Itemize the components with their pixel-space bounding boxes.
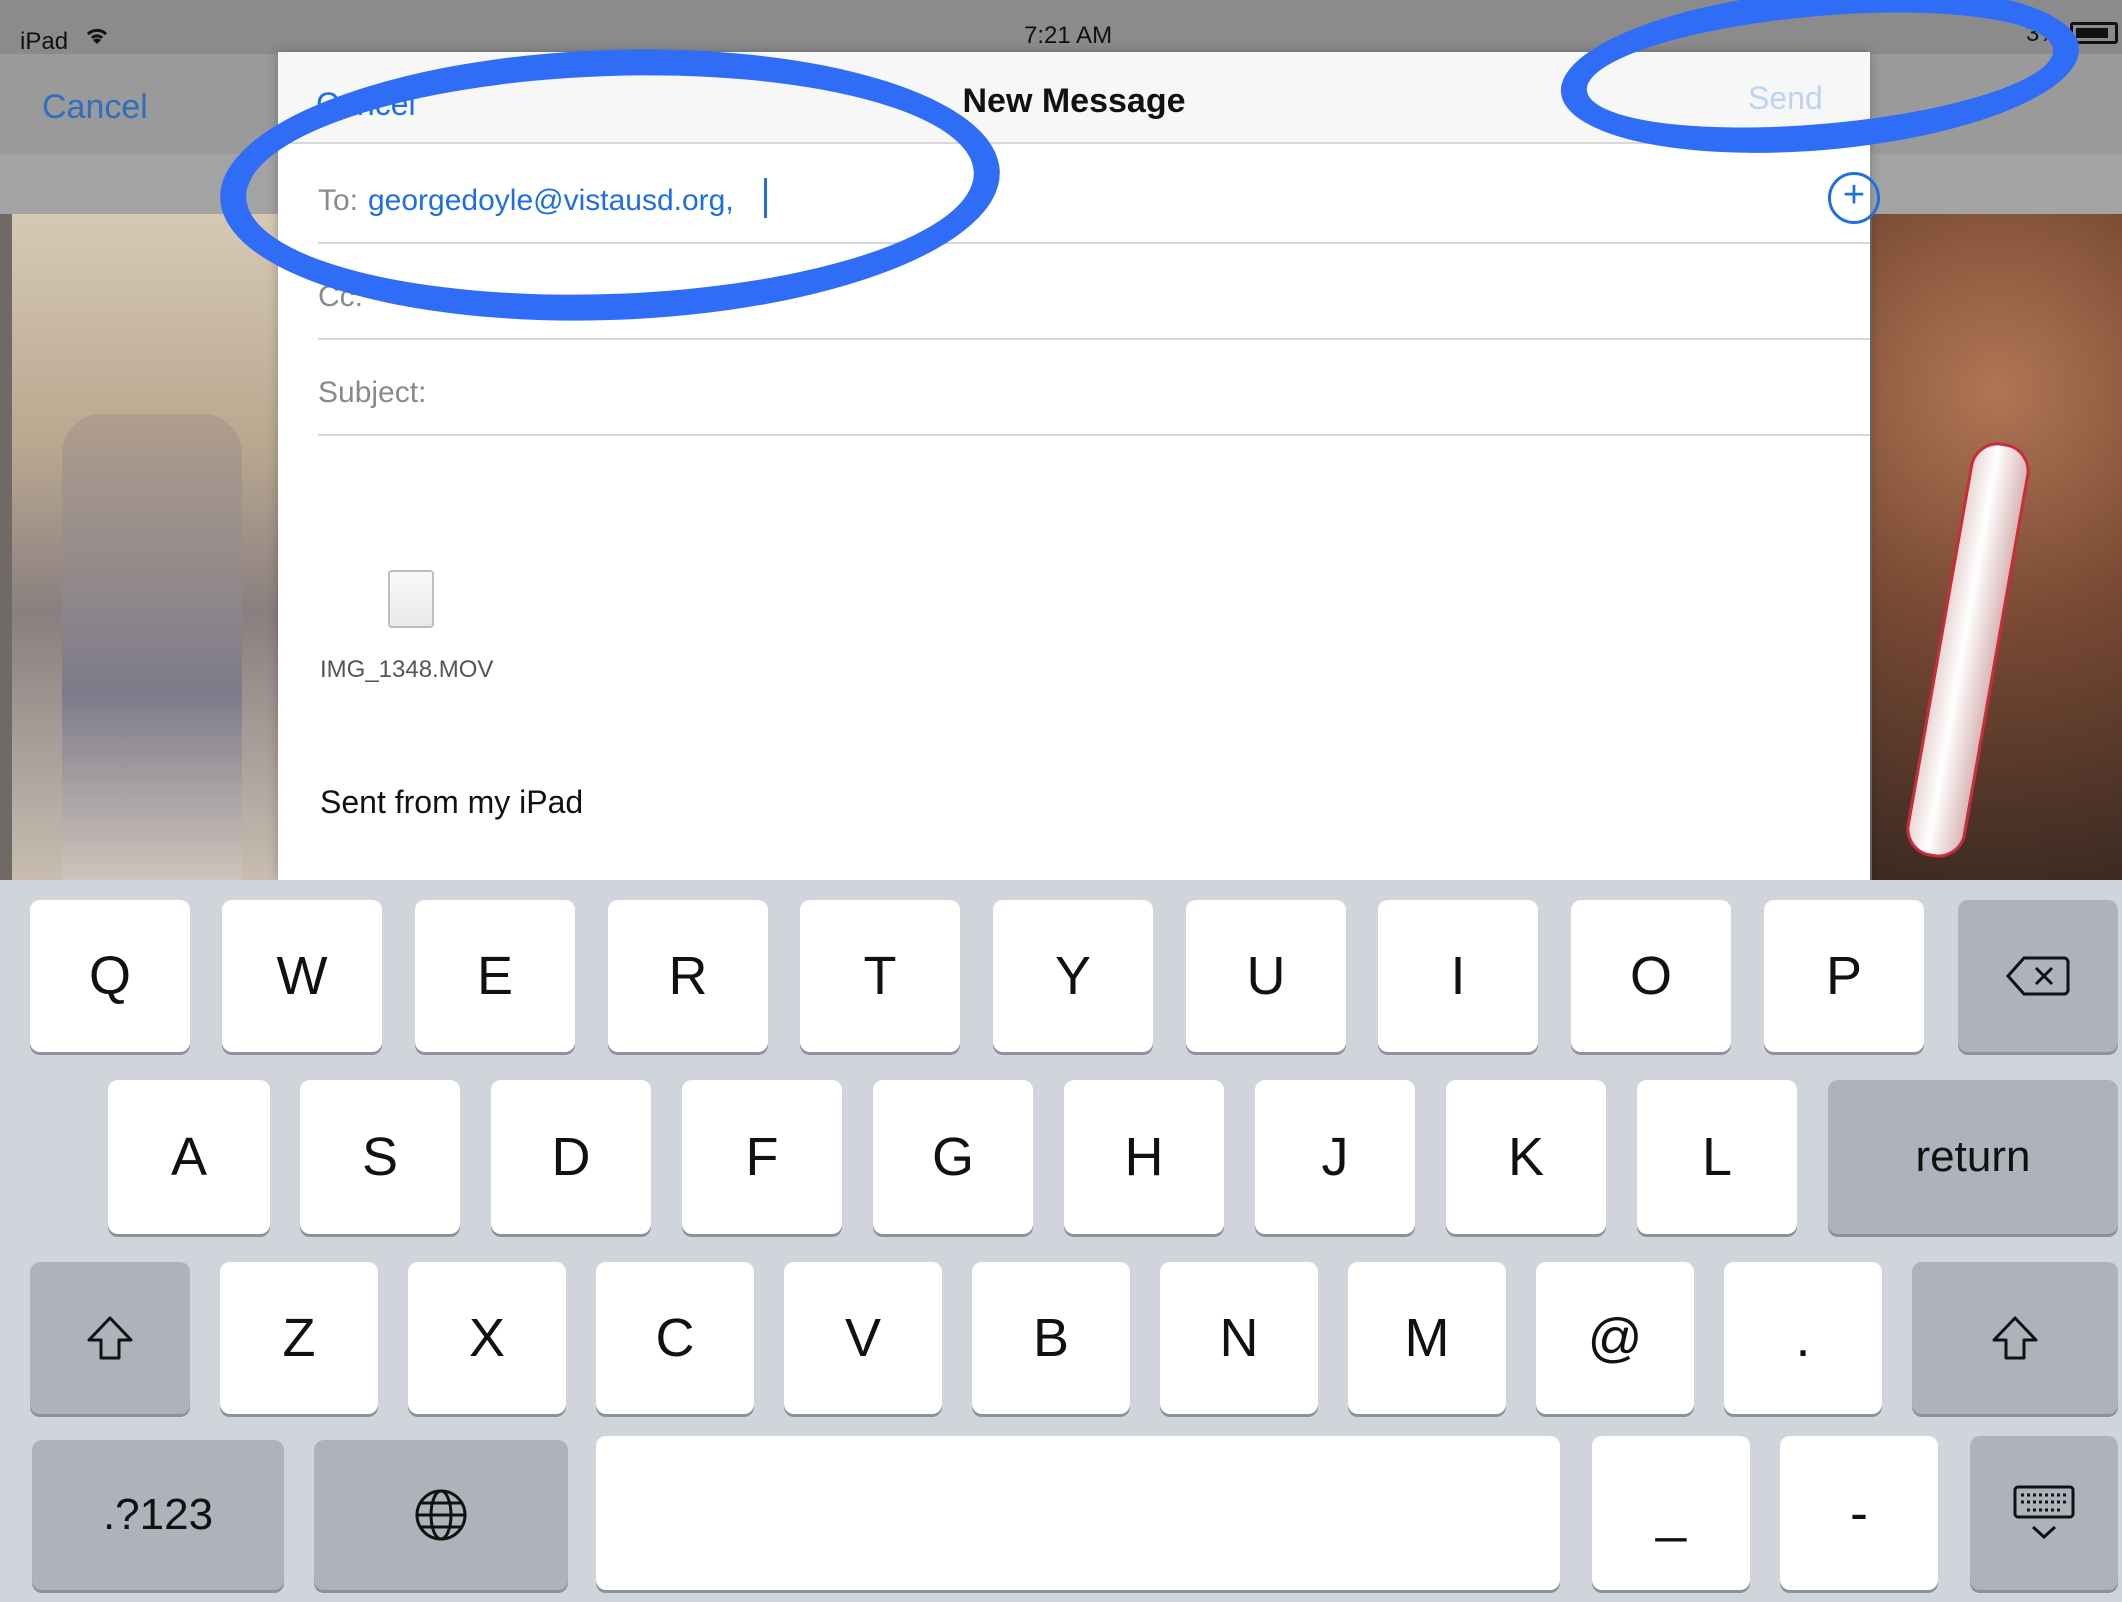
key-d[interactable]: D (491, 1080, 651, 1234)
key-a[interactable]: A (108, 1080, 270, 1234)
key-p[interactable]: P (1764, 900, 1924, 1052)
device-name: iPad (20, 28, 69, 55)
key-h[interactable]: H (1064, 1080, 1224, 1234)
delete-key[interactable] (1958, 900, 2118, 1052)
key-m[interactable]: M (1348, 1262, 1506, 1414)
key-underscore[interactable]: _ (1592, 1436, 1750, 1590)
onscreen-keyboard: Q W E R T Y U I O P A S D F G H J K L re… (0, 880, 2122, 1602)
keyboard-dismiss-icon (2013, 1485, 2075, 1540)
key-y[interactable]: Y (993, 900, 1153, 1052)
key-r[interactable]: R (608, 900, 768, 1052)
key-x[interactable]: X (408, 1262, 566, 1414)
key-s[interactable]: S (300, 1080, 460, 1234)
key-f[interactable]: F (682, 1080, 842, 1234)
email-signature[interactable]: Sent from my iPad (320, 784, 583, 821)
background-cancel-button[interactable]: Cancel (42, 88, 148, 127)
key-u[interactable]: U (1186, 900, 1346, 1052)
subject-label: Subject: (318, 376, 427, 409)
key-t[interactable]: T (800, 900, 960, 1052)
key-j[interactable]: J (1255, 1080, 1415, 1234)
key-k[interactable]: K (1446, 1080, 1606, 1234)
key-q[interactable]: Q (30, 900, 190, 1052)
add-contact-icon[interactable]: + (1828, 172, 1880, 224)
attachment-name: IMG_1348.MOV (320, 656, 494, 683)
key-c[interactable]: C (596, 1262, 754, 1414)
key-v[interactable]: V (784, 1262, 942, 1414)
photo-subject (62, 414, 242, 880)
shift-key-left[interactable] (30, 1262, 190, 1414)
key-g[interactable]: G (873, 1080, 1033, 1234)
key-o[interactable]: O (1571, 900, 1731, 1052)
globe-key[interactable] (314, 1440, 568, 1590)
wifi-icon (82, 24, 112, 55)
space-bar[interactable] (596, 1436, 1560, 1590)
key-z[interactable]: Z (220, 1262, 378, 1414)
key-b[interactable]: B (972, 1262, 1130, 1414)
shift-icon (1992, 1316, 2038, 1360)
key-l[interactable]: L (1637, 1080, 1797, 1234)
keyboard-dismiss-key[interactable] (1970, 1436, 2118, 1590)
key-e[interactable]: E (415, 900, 575, 1052)
key-n[interactable]: N (1160, 1262, 1318, 1414)
key-hyphen[interactable]: - (1780, 1436, 1938, 1590)
key-period[interactable]: . (1724, 1262, 1882, 1414)
photo-thumbnail-left (12, 214, 282, 880)
globe-icon (415, 1489, 467, 1541)
key-w[interactable]: W (222, 900, 382, 1052)
video-attachment-icon[interactable] (388, 570, 434, 628)
key-at[interactable]: @ (1536, 1262, 1694, 1414)
battery-level (2076, 28, 2108, 38)
delete-icon (2006, 956, 2070, 996)
shift-key-right[interactable] (1912, 1262, 2118, 1414)
subject-field[interactable]: Subject: (318, 340, 1870, 436)
key-i[interactable]: I (1378, 900, 1538, 1052)
shift-icon (87, 1316, 133, 1360)
status-time: 7:21 AM (1024, 22, 1113, 49)
return-key[interactable]: return (1828, 1080, 2118, 1234)
numbers-key[interactable]: .?123 (32, 1440, 284, 1590)
